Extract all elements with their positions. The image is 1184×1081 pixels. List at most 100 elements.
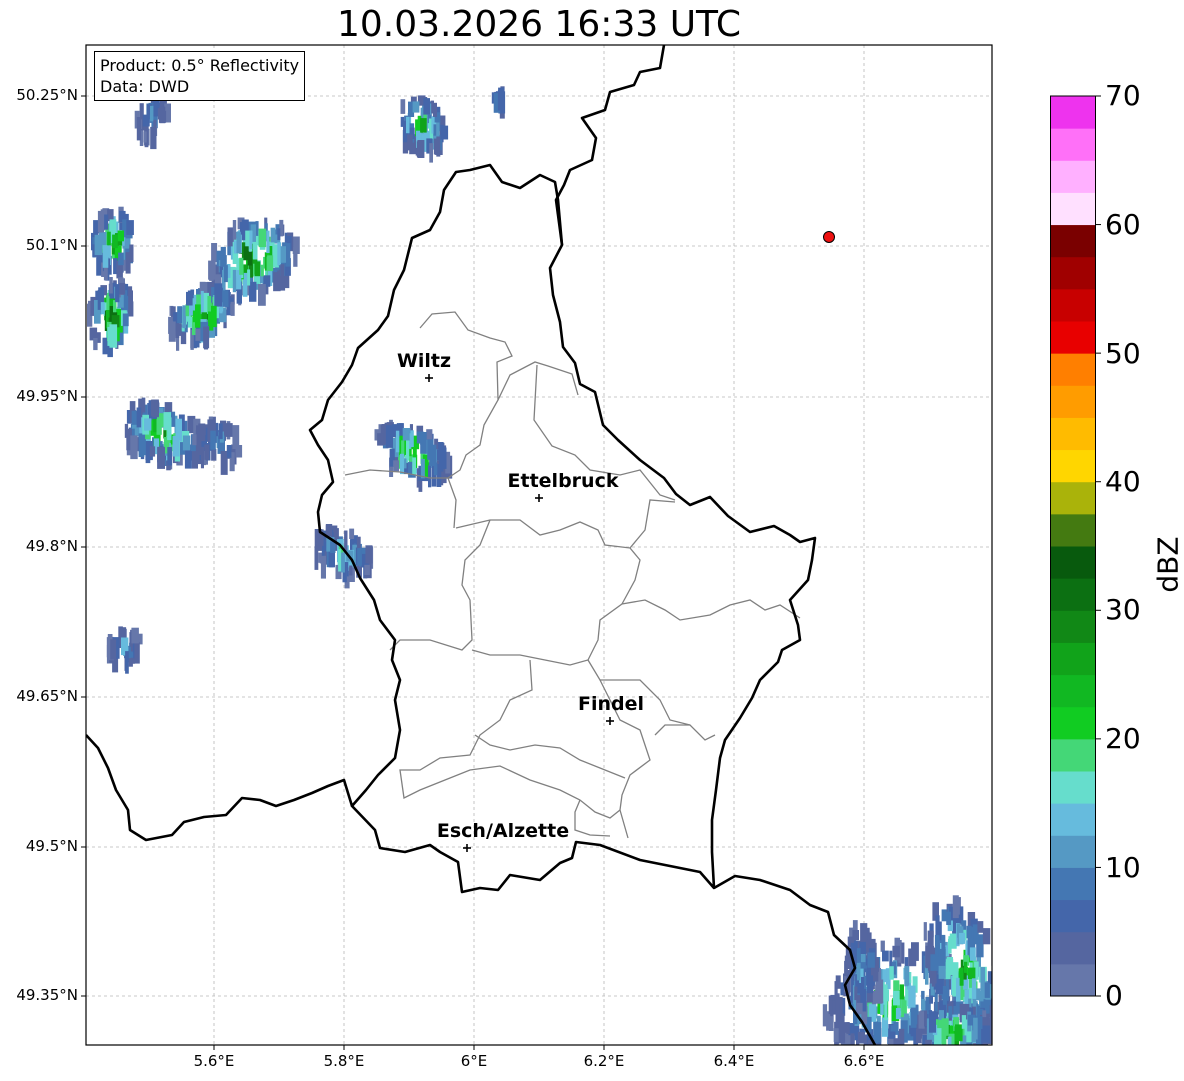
radar-echo-cell bbox=[211, 305, 217, 328]
colorbar-tick-label: 0 bbox=[1105, 979, 1123, 1012]
radar-echo-cell bbox=[393, 460, 400, 472]
location-marker bbox=[823, 231, 835, 243]
radar-echo-cell bbox=[852, 930, 859, 941]
radar-echo-cell bbox=[956, 897, 960, 915]
radar-echo-cell bbox=[958, 932, 965, 944]
radar-echo-cell bbox=[984, 982, 990, 998]
colorbar-segment bbox=[1050, 353, 1095, 386]
radar-echo-cell bbox=[210, 430, 216, 450]
radar-echo-cell bbox=[935, 915, 940, 936]
radar-echo-cell bbox=[412, 457, 416, 476]
radar-echo-cell bbox=[138, 433, 145, 457]
radar-echo-cell bbox=[955, 1048, 963, 1064]
lat-tick-label: 49.8°N bbox=[25, 537, 78, 555]
radar-echo-cell bbox=[959, 967, 964, 986]
radar-echo-cell bbox=[93, 338, 98, 351]
radar-echo-cell bbox=[239, 257, 244, 275]
product-label: Product: 0.5° Reflectivity bbox=[100, 56, 300, 75]
radar-echo-cell bbox=[134, 642, 140, 664]
colorbar-segment bbox=[1050, 385, 1095, 418]
radar-echo-cell bbox=[995, 1005, 999, 1020]
colorbar bbox=[1050, 95, 1101, 997]
radar-echo-cell bbox=[995, 970, 1000, 991]
colorbar-tick-label: 60 bbox=[1105, 208, 1141, 241]
radar-echo-cell bbox=[177, 306, 183, 324]
radar-echo-cell bbox=[423, 98, 430, 115]
radar-echo-cell bbox=[267, 255, 274, 272]
radar-echo-cell bbox=[100, 302, 105, 315]
radar-echo-cell bbox=[118, 252, 124, 266]
radar-echo-cell bbox=[835, 975, 841, 989]
radar-echo-cell bbox=[880, 940, 885, 952]
radar-echo-cell bbox=[999, 985, 1007, 999]
radar-echo-cell bbox=[924, 1010, 928, 1027]
colorbar-segment bbox=[1050, 578, 1095, 611]
radar-echo-cell bbox=[961, 1015, 967, 1029]
radar-echo-cell bbox=[249, 281, 257, 302]
lat-tick-label: 50.25°N bbox=[16, 86, 78, 104]
colorbar-segment bbox=[1050, 449, 1095, 483]
radar-echo-cell bbox=[918, 1011, 925, 1029]
radar-echo-cell bbox=[225, 423, 233, 437]
radar-echo-cell bbox=[349, 528, 355, 539]
city-label-wiltz: Wiltz bbox=[396, 350, 452, 372]
colorbar-segment bbox=[1050, 288, 1095, 322]
radar-echo-cell bbox=[416, 431, 424, 444]
radar-echo-cell bbox=[908, 985, 916, 1008]
colorbar-segment bbox=[1050, 835, 1095, 868]
radar-echo-cell bbox=[209, 266, 214, 281]
product-info-box: Product: 0.5° Reflectivity Data: DWD bbox=[94, 51, 306, 101]
colorbar-segment bbox=[1050, 803, 1095, 836]
colorbar-tick-label: 10 bbox=[1105, 851, 1141, 884]
radar-echo-cell bbox=[925, 1039, 932, 1045]
colorbar-segment bbox=[1050, 899, 1095, 933]
radar-echo-cell bbox=[143, 131, 147, 143]
city-label-ettelbruck: Ettelbruck bbox=[507, 470, 619, 492]
radar-echo-cell bbox=[364, 564, 370, 575]
radar-echo-cell bbox=[97, 210, 104, 233]
radar-echo-cell bbox=[929, 1011, 936, 1033]
radar-echo-cell bbox=[320, 555, 326, 579]
radar-echo-cell bbox=[977, 921, 984, 933]
radar-echo-cell bbox=[889, 966, 894, 980]
radar-echo-cell bbox=[929, 1044, 935, 1045]
radar-echo-cell bbox=[946, 957, 953, 976]
lat-tick-label: 49.35°N bbox=[16, 986, 78, 1004]
colorbar-tick-label: 30 bbox=[1105, 593, 1141, 626]
radar-echo-cell bbox=[119, 282, 126, 295]
radar-echo-cell bbox=[892, 945, 900, 958]
radar-echo-cell bbox=[220, 450, 228, 475]
radar-echo-cell bbox=[941, 1018, 949, 1036]
radar-echo-cell bbox=[400, 453, 405, 475]
radar-echo-cell bbox=[195, 328, 201, 341]
radar-echo-cell bbox=[104, 214, 109, 230]
colorbar-segment bbox=[1050, 96, 1095, 129]
radar-echo-cell bbox=[856, 1002, 863, 1015]
radar-echo-cell bbox=[150, 105, 154, 122]
radar-echo-cell bbox=[976, 934, 984, 958]
colorbar-tick-label: 40 bbox=[1105, 465, 1141, 498]
radar-echo-cell bbox=[99, 232, 107, 246]
radar-echo-cell bbox=[172, 436, 180, 457]
colorbar-unit-label: dBZ bbox=[1151, 536, 1184, 593]
radar-echo-cell bbox=[175, 323, 182, 336]
radar-echo-cell bbox=[949, 1043, 957, 1045]
radar-echo-cell bbox=[122, 313, 129, 327]
radar-echo-cell bbox=[235, 445, 243, 458]
radar-echo-cell bbox=[893, 990, 900, 1006]
radar-echo-cell bbox=[861, 977, 865, 996]
radar-echo-cell bbox=[982, 1025, 990, 1043]
radar-echo-cell bbox=[882, 950, 889, 962]
colorbar-segment bbox=[1050, 771, 1095, 804]
colorbar-segment bbox=[1050, 481, 1095, 515]
radar-echo-cell bbox=[182, 435, 191, 451]
radar-echo-cell bbox=[840, 982, 844, 996]
radar-echo-cell bbox=[200, 290, 204, 315]
radar-echo-cell bbox=[947, 1049, 952, 1070]
radar-echo-cell bbox=[218, 423, 223, 440]
radar-echo-cell bbox=[876, 1022, 882, 1043]
radar-echo-cell bbox=[200, 447, 204, 469]
radar-echo-cell bbox=[112, 234, 118, 249]
radar-echo-cell bbox=[899, 984, 904, 1000]
radar-echo-cell bbox=[948, 938, 952, 954]
